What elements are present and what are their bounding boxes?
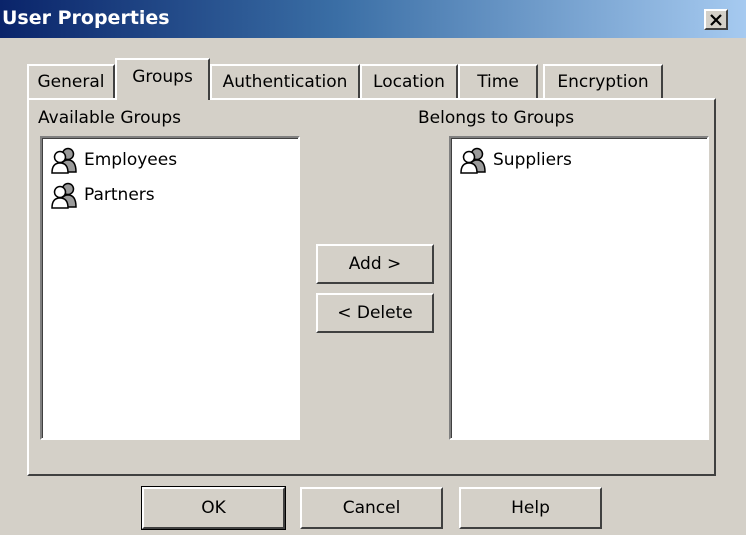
tab-location-label: Location (373, 72, 445, 92)
list-item-label: Suppliers (493, 150, 572, 170)
tab-groups[interactable]: Groups (115, 58, 210, 100)
belongs-to-groups-list-frame (451, 138, 707, 438)
available-groups-list[interactable]: Employees Partners (40, 136, 300, 440)
close-icon (710, 13, 722, 26)
help-button[interactable]: Help (459, 487, 602, 529)
belongs-to-groups-list[interactable]: Suppliers (449, 136, 709, 440)
belongs-to-groups-label: Belongs to Groups (418, 108, 575, 128)
groups-panel: Available Groups Belongs to Groups Emplo… (27, 98, 716, 476)
delete-button-label: < Delete (337, 303, 413, 323)
group-icon (460, 147, 486, 174)
ok-button[interactable]: OK (141, 486, 286, 530)
available-groups-label: Available Groups (38, 108, 181, 128)
tab-groups-label: Groups (132, 67, 193, 87)
tab-authentication-label: Authentication (222, 72, 348, 92)
tab-time-label: Time (477, 72, 519, 92)
add-button-label: Add > (348, 254, 402, 274)
tab-location[interactable]: Location (360, 64, 458, 98)
cancel-button-label: Cancel (342, 498, 401, 518)
delete-button[interactable]: < Delete (316, 293, 434, 333)
help-button-label: Help (511, 498, 550, 518)
tab-authentication[interactable]: Authentication (210, 64, 360, 98)
tab-general[interactable]: General (27, 64, 115, 98)
list-item[interactable]: Suppliers (459, 145, 572, 175)
close-button[interactable] (704, 9, 728, 30)
list-item-label: Partners (84, 185, 155, 205)
list-item[interactable]: Employees (50, 145, 177, 175)
tab-encryption[interactable]: Encryption (543, 64, 663, 98)
tab-encryption-label: Encryption (557, 72, 649, 92)
cancel-button[interactable]: Cancel (300, 487, 443, 529)
tab-time[interactable]: Time (458, 64, 538, 98)
ok-button-label: OK (201, 498, 226, 518)
group-icon (51, 182, 77, 209)
tab-general-label: General (37, 72, 105, 92)
list-item[interactable]: Partners (50, 180, 155, 210)
window-title: User Properties (2, 7, 170, 29)
title-bar[interactable]: User Properties (0, 0, 746, 38)
group-icon (51, 147, 77, 174)
list-item-label: Employees (84, 150, 178, 170)
add-button[interactable]: Add > (316, 244, 434, 284)
